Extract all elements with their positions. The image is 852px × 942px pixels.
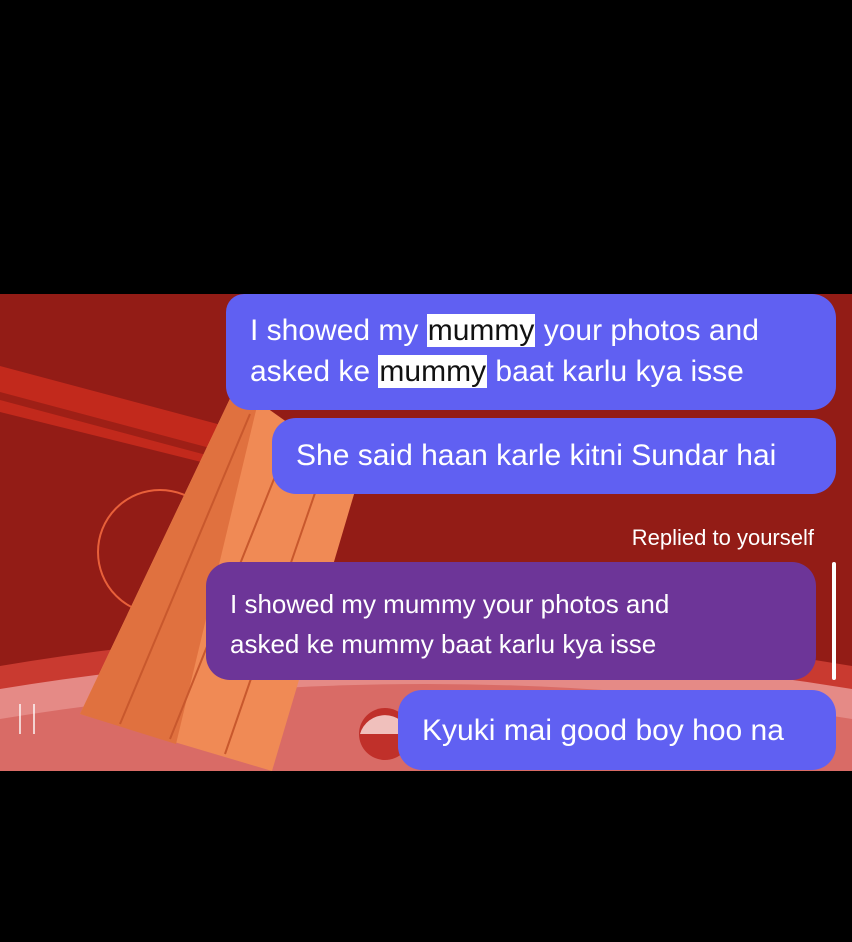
- highlighted-word: mummy: [426, 314, 536, 347]
- message-line-1: I showed my mummy your photos and: [250, 314, 759, 347]
- reply-indicator-bar: [832, 562, 836, 680]
- reply-caption: Replied to yourself: [631, 525, 814, 550]
- quoted-line-1: I showed my mummy your photos and: [230, 589, 670, 619]
- sent-message-3[interactable]: Kyuki mai good boy hoo na: [398, 690, 836, 770]
- chat-thread: I showed my mummy your photos and asked …: [0, 294, 852, 771]
- message-text: Kyuki mai good boy hoo na: [422, 714, 784, 747]
- sent-message-2[interactable]: She said haan karle kitni Sundar hai: [272, 418, 836, 494]
- sent-message-1[interactable]: I showed my mummy your photos and asked …: [226, 294, 836, 410]
- highlighted-word: mummy: [378, 355, 488, 388]
- quoted-reply-bubble[interactable]: I showed my mummy your photos and asked …: [206, 562, 816, 680]
- screenshot-page: I showed my mummy your photos and asked …: [0, 0, 852, 942]
- message-text: She said haan karle kitni Sundar hai: [296, 439, 777, 472]
- message-line-2: asked ke mummy baat karlu kya isse: [250, 355, 744, 388]
- quoted-line-2: asked ke mummy baat karlu kya isse: [230, 629, 657, 659]
